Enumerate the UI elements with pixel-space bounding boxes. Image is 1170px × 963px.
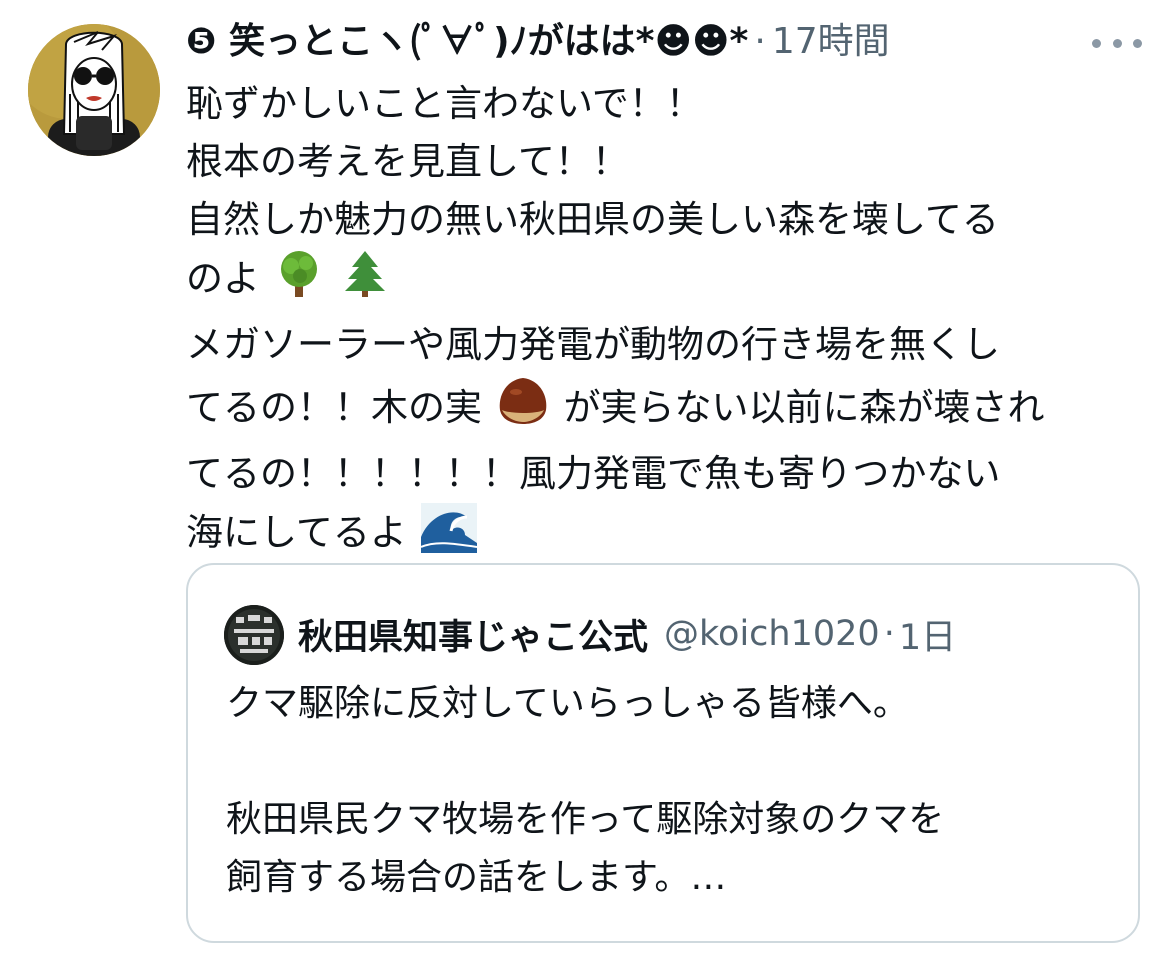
tweet-line-text: てるの！！木の実 (186, 386, 482, 429)
quoted-line: クマ駆除に反対していらっしゃる皆様へ。 (226, 683, 909, 724)
evergreen-tree-icon (340, 249, 390, 316)
tweet-line-text: が実らない以前に森が壊され (563, 386, 1045, 429)
deciduous-tree-icon (274, 249, 324, 316)
quoted-line: 飼育する場合の話をします。… (226, 857, 727, 898)
display-name[interactable]: ❺ 笑っとこヽ(ﾟ∀ﾟ)ﾉがはは*☻☻* (186, 18, 748, 66)
quoted-display-name[interactable]: 秋田県知事じゃこ公式 (298, 609, 648, 660)
quoted-tweet-header: 秋田県知事じゃこ公式 @koich1020 · 1日 (298, 609, 956, 659)
quoted-author-avatar[interactable] (224, 605, 284, 665)
separator-dot: · (883, 614, 895, 654)
tweet-line: メガソーラーや風力発電が動物の行き場を無くし (186, 323, 1000, 366)
author-avatar[interactable] (28, 24, 160, 156)
separator-dot: · (754, 21, 766, 62)
tweet-line: てるの！！！！！！風力発電で魚も寄りつかない (186, 452, 1001, 495)
tweet-text: 恥ずかしいこと言わないで！！ 根本の考えを見直して！！ 自然しか魅力の無い秋田県… (186, 75, 1146, 570)
tweet-line-with-emoji: のよ (186, 249, 1146, 316)
quoted-handle[interactable]: @koich1020 (664, 614, 880, 654)
tweet-line: 根本の考えを見直して！！ (186, 140, 629, 183)
quoted-tweet-card[interactable]: 秋田県知事じゃこ公式 @koich1020 · 1日 クマ駆除に反対していらっし… (186, 563, 1140, 943)
tweet-container: ❺ 笑っとこヽ(ﾟ∀ﾟ)ﾉがはは*☻☻* · 17時間 恥ずかしいこと言わないで… (0, 0, 1170, 963)
quoted-line: 秋田県民クマ牧場を作って駆除対象のクマを (226, 799, 945, 840)
tweet-line: 自然しか魅力の無い秋田県の美しい森を壊してる (186, 198, 999, 241)
timestamp[interactable]: 17時間 (772, 18, 890, 66)
tweet-line-with-emoji: てるの！！木の実 が実らない以前に森が壊され (186, 374, 1146, 445)
chestnut-icon (496, 374, 550, 445)
tweet-line: 恥ずかしいこと言わないで！！ (186, 82, 703, 125)
tweet-line-with-emoji: 海にしてるよ (186, 503, 1146, 570)
water-wave-icon (420, 503, 477, 570)
quoted-timestamp[interactable]: 1日 (899, 609, 956, 660)
more-options-icon[interactable] (1092, 26, 1142, 60)
tweet-line-text: 海にしてるよ (186, 511, 407, 554)
quoted-tweet-text: クマ駆除に反対していらっしゃる皆様へ。 秋田県民クマ牧場を作って駆除対象のクマを… (226, 675, 1106, 907)
tweet-header: ❺ 笑っとこヽ(ﾟ∀ﾟ)ﾉがはは*☻☻* · 17時間 (186, 18, 890, 66)
quoted-line (226, 733, 1106, 791)
tweet-line-text: のよ (186, 257, 260, 300)
